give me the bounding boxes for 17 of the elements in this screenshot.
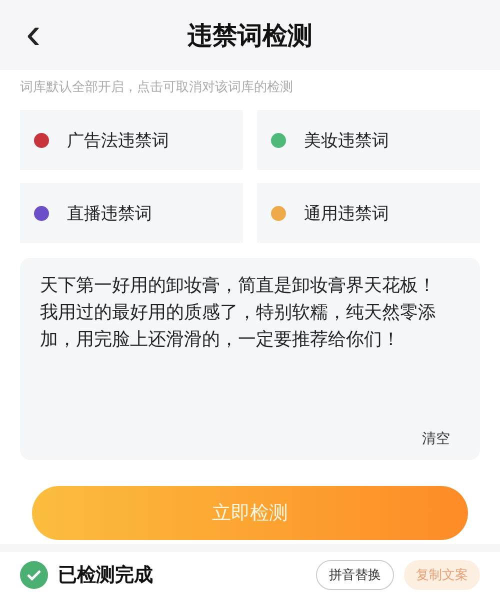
library-toggle[interactable]: 广告法违禁词	[20, 110, 243, 170]
hint-text: 词库默认全部开启，点击可取消对该词库的检测	[20, 79, 294, 96]
action-button[interactable]: 拼音替换	[316, 560, 394, 590]
status-text: 已检测完成	[58, 563, 154, 588]
library-toggle[interactable]: 美妆违禁词	[257, 110, 480, 170]
clear-button[interactable]: 清空	[422, 430, 450, 448]
library-toggle[interactable]: 通用违禁词	[257, 183, 480, 243]
library-toggle[interactable]: 直播违禁词	[20, 183, 243, 243]
back-button[interactable]: ‹	[18, 12, 49, 56]
check-icon	[20, 561, 48, 589]
text-editor[interactable]: 天下第一好用的卸妆膏，简直是卸妆膏界天花板！我用过的最好用的质感了，特别软糯，纯天然零添加，用完脸上还滑滑的，一定要推荐给你们！ 清空	[20, 258, 480, 460]
text-input[interactable]: 天下第一好用的卸妆膏，简直是卸妆膏界天花板！我用过的最好用的质感了，特别软糯，纯天然零添加，用完脸上还滑滑的，一定要推荐给你们！	[40, 272, 450, 430]
library-label: 直播违禁词	[67, 202, 152, 224]
library-label: 广告法违禁词	[67, 130, 169, 152]
library-label: 通用违禁词	[304, 202, 389, 224]
page-title: 违禁词检测	[188, 20, 312, 52]
library-label: 美妆违禁词	[304, 130, 389, 152]
